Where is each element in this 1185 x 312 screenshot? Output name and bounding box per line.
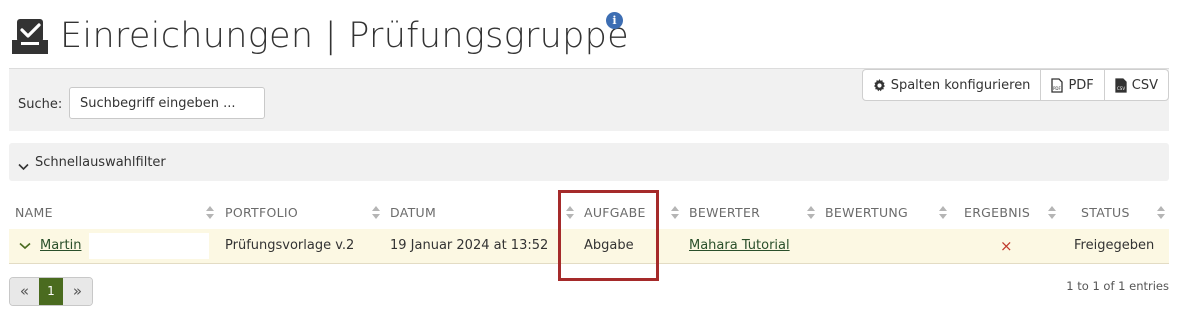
sort-icon[interactable] [938,205,948,220]
annotation-highlight-box [558,190,659,281]
entries-summary: 1 to 1 of 1 entries [1066,279,1169,293]
column-header-date[interactable]: DATUM [390,200,436,226]
expand-row-icon[interactable] [19,230,31,264]
page-title: Einreichungen | Prüfungsgruppe [60,16,629,56]
sort-icon[interactable] [806,205,816,220]
pdf-label: PDF [1068,77,1094,93]
column-header-name[interactable]: NAME [15,200,53,226]
sort-icon[interactable] [1047,205,1057,220]
date-cell: 19 Januar 2024 at 13:52 [390,238,549,253]
sort-icon[interactable] [205,205,215,220]
configure-columns-button[interactable]: Spalten konfigurieren [861,69,1042,101]
column-header-grade[interactable]: BEWERTUNG [825,200,908,226]
user-name-link[interactable]: Martin [40,229,81,263]
quick-filter-panel[interactable]: Schnellauswahlfilter [9,143,1169,181]
column-header-portfolio[interactable]: PORTFOLIO [225,200,298,226]
csv-file-icon: CSV [1115,77,1127,93]
column-header-assessor[interactable]: BEWERTER [689,200,760,226]
quick-filter-label: Schnellauswahlfilter [35,155,166,170]
configure-columns-label: Spalten konfigurieren [890,77,1031,93]
gear-icon [873,78,886,92]
csv-label: CSV [1131,77,1158,93]
next-page-button[interactable]: » [63,278,92,305]
pdf-export-button[interactable]: PDF PDF [1040,69,1105,101]
search-label: Suche: [18,97,63,112]
export-toolbar: Spalten konfigurieren PDF PDF CSV CSV [861,69,1169,101]
previous-page-button[interactable]: « [10,278,39,305]
pdf-file-icon: PDF [1051,77,1064,93]
page-header: Einreichungen | Prüfungsgruppe [9,10,629,62]
csv-export-button[interactable]: CSV CSV [1103,69,1169,101]
svg-text:CSV: CSV [1117,86,1125,91]
result-x-icon: × [1000,237,1013,255]
assessor-link[interactable]: Mahara Tutorial [689,229,790,263]
column-header-status[interactable]: STATUS [1081,200,1130,226]
column-header-result[interactable]: ERGEBNIS [964,200,1030,226]
search-input[interactable] [69,87,265,119]
sort-icon[interactable] [1156,205,1166,220]
portfolio-cell: Prüfungsvorlage v.2 [225,238,355,253]
inbox-check-icon [12,19,48,54]
status-cell: Freigegeben [1074,238,1155,253]
svg-text:PDF: PDF [1053,86,1061,91]
chevron-down-icon [18,156,29,175]
info-icon[interactable]: i [606,12,623,29]
pagination: « 1 » [9,277,93,306]
sort-icon[interactable] [371,205,381,220]
search-panel: Suche: Spalten konfigurieren PDF PDF CSV… [9,68,1169,131]
sort-icon[interactable] [670,205,680,220]
name-cell-background [89,233,209,259]
page-1-button[interactable]: 1 [39,278,63,305]
